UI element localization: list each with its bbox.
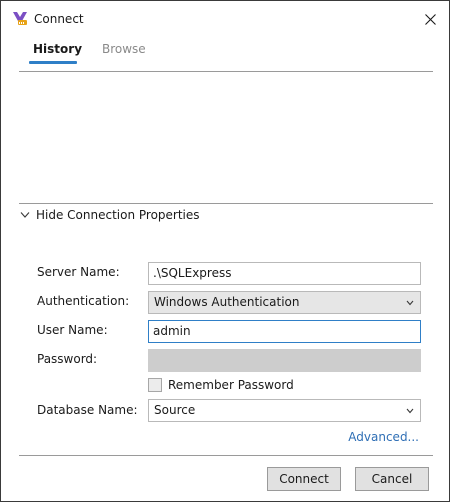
chevron-down-icon — [20, 212, 30, 218]
history-divider — [19, 203, 433, 204]
tab-browse[interactable]: Browse — [102, 42, 146, 56]
chevron-down-icon — [406, 300, 414, 306]
authentication-select[interactable]: Windows Authentication — [148, 291, 421, 314]
app-logo-icon — [12, 10, 28, 26]
user-name-value: admin — [153, 324, 191, 338]
tabs-divider — [19, 71, 433, 72]
server-name-input[interactable]: .\SQLExpress — [148, 262, 421, 285]
active-tab-indicator — [29, 61, 77, 64]
tab-history[interactable]: History — [33, 42, 82, 56]
user-name-label: User Name: — [37, 323, 108, 337]
checkbox-box[interactable] — [148, 378, 162, 392]
close-button[interactable] — [417, 7, 443, 31]
database-name-select[interactable]: Source — [148, 399, 421, 422]
cancel-button[interactable]: Cancel — [355, 467, 429, 491]
server-name-label: Server Name: — [37, 265, 120, 279]
connection-properties-toggle[interactable]: Hide Connection Properties — [20, 207, 200, 223]
title-bar: Connect — [1, 1, 449, 37]
connect-dialog: Connect History Browse Hide Connection P… — [0, 0, 450, 502]
database-name-value: Source — [154, 403, 196, 417]
database-name-label: Database Name: — [37, 403, 138, 417]
remember-password-label: Remember Password — [168, 378, 294, 392]
server-name-value: .\SQLExpress — [153, 266, 232, 280]
advanced-link[interactable]: Advanced... — [348, 430, 419, 444]
password-input[interactable] — [148, 349, 421, 372]
authentication-label: Authentication: — [37, 294, 130, 308]
connection-properties-label: Hide Connection Properties — [36, 208, 200, 222]
remember-password-checkbox[interactable]: Remember Password — [148, 378, 294, 392]
close-icon — [424, 13, 436, 25]
footer-divider — [19, 455, 433, 456]
authentication-value: Windows Authentication — [154, 295, 300, 309]
history-list[interactable] — [19, 73, 433, 203]
password-label: Password: — [37, 352, 98, 366]
window-title: Connect — [34, 12, 84, 26]
chevron-down-icon — [406, 408, 414, 414]
user-name-input[interactable]: admin — [148, 320, 421, 343]
connect-button[interactable]: Connect — [267, 467, 341, 491]
